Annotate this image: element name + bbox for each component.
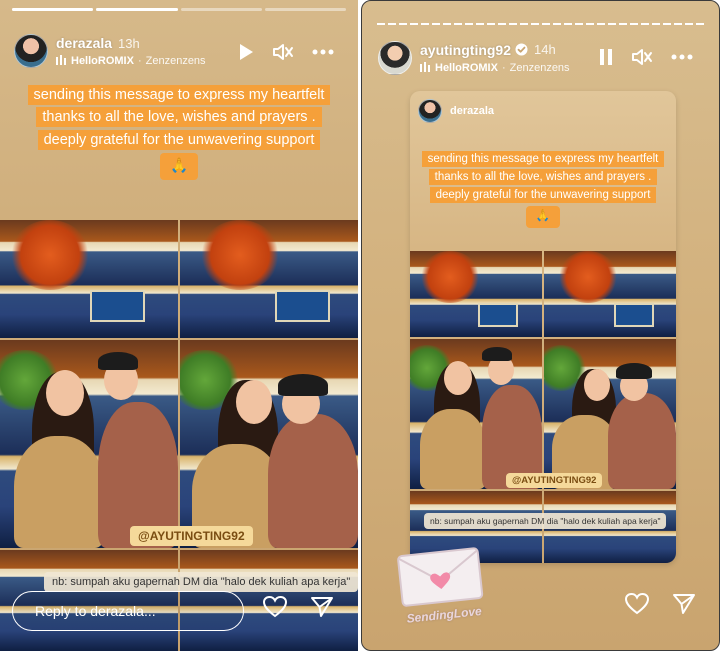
more-options-icon[interactable] — [312, 49, 334, 55]
story-viewer-right[interactable]: ayutingting92 14h HelloROMIX · Zenzenzen… — [361, 0, 720, 651]
shared-story-header: derazala — [418, 99, 494, 123]
mention-tag[interactable]: @AYUTINGTING92 — [506, 473, 603, 488]
progress-segment — [12, 8, 94, 11]
progress-segment — [180, 8, 262, 11]
story-progress-bar — [12, 8, 346, 11]
pause-icon[interactable] — [599, 48, 613, 66]
photo-panel — [0, 340, 178, 548]
caption-line: thanks to all the love, wishes and praye… — [36, 107, 322, 128]
music-title: HelloROMIX — [71, 55, 134, 67]
progress-segment — [264, 8, 346, 11]
photo-panel — [544, 251, 676, 337]
music-bars-icon — [420, 61, 431, 75]
photo-panel — [180, 220, 358, 338]
music-label[interactable]: HelloROMIX · Zenzenzens — [420, 61, 570, 75]
story-caption: sending this message to express my heart… — [10, 84, 348, 180]
story-actions — [624, 592, 696, 620]
reply-input[interactable]: Reply to derazala... — [12, 591, 244, 631]
avatar[interactable] — [378, 41, 412, 75]
story-controls — [599, 47, 693, 67]
story-header: ayutingting92 14h HelloROMIX · Zenzenzen… — [378, 41, 570, 75]
avatar[interactable] — [14, 34, 48, 68]
pray-emoji: 🙏 — [525, 206, 561, 229]
music-bars-icon — [56, 54, 67, 68]
mute-icon[interactable] — [272, 42, 294, 62]
story-time: 13h — [118, 35, 140, 51]
music-artist: Zenzenzens — [145, 55, 206, 67]
story-progress-bar — [377, 23, 704, 25]
progress-segment — [96, 8, 178, 11]
heart-icon[interactable] — [624, 592, 650, 620]
caption-line: thanks to all the love, wishes and praye… — [428, 168, 658, 185]
story-time: 14h — [534, 42, 556, 57]
photo-panel — [180, 340, 358, 548]
story-actions — [262, 595, 334, 623]
share-icon[interactable] — [310, 596, 334, 623]
music-title: HelloROMIX — [435, 62, 498, 74]
shared-avatar — [418, 99, 442, 123]
more-options-icon[interactable] — [671, 54, 693, 60]
username[interactable]: derazala — [56, 35, 112, 51]
photo-panel — [410, 251, 542, 337]
caption-line: sending this message to express my heart… — [27, 85, 331, 105]
envelope-icon — [397, 547, 484, 607]
photo-panel — [410, 339, 542, 489]
story-note: nb: sumpah aku gapernah DM dia "halo dek… — [424, 513, 667, 529]
story-controls — [238, 42, 334, 62]
username[interactable]: ayutingting92 — [420, 42, 511, 58]
heart-icon[interactable] — [262, 595, 288, 623]
story-caption: sending this message to express my heart… — [418, 151, 668, 229]
sending-love-sticker[interactable]: SendingLove — [394, 545, 487, 626]
story-viewer-left[interactable]: derazala 13h HelloROMIX · Zenzenzens sen… — [0, 0, 358, 651]
caption-line: sending this message to express my heart… — [421, 151, 665, 167]
shared-username: derazala — [450, 105, 495, 117]
mute-icon[interactable] — [631, 47, 653, 67]
shared-story-card[interactable]: derazala sending this message to express… — [410, 91, 676, 563]
story-photo: @AYUTINGTING92 nb: sumpah aku gapernah D… — [410, 251, 676, 563]
story-header: derazala 13h HelloROMIX · Zenzenzens — [14, 34, 206, 68]
photo-panel — [0, 220, 178, 338]
music-artist: Zenzenzens — [509, 62, 570, 74]
story-note: nb: sumpah aku gapernah DM dia "halo dek… — [44, 572, 358, 592]
share-icon[interactable] — [672, 593, 696, 620]
music-label[interactable]: HelloROMIX · Zenzenzens — [56, 54, 206, 68]
caption-line: deeply grateful for the unwavering suppo… — [429, 186, 657, 203]
photo-panel — [544, 339, 676, 489]
play-icon[interactable] — [238, 43, 254, 61]
pray-emoji: 🙏 — [159, 153, 199, 180]
story-photo: @AYUTINGTING92 nb: sumpah aku gapernah D… — [0, 220, 358, 651]
caption-line: deeply grateful for the unwavering suppo… — [37, 129, 321, 150]
mention-tag[interactable]: @AYUTINGTING92 — [130, 526, 253, 546]
verified-badge-icon — [515, 43, 528, 56]
reply-placeholder: Reply to derazala... — [35, 603, 156, 619]
